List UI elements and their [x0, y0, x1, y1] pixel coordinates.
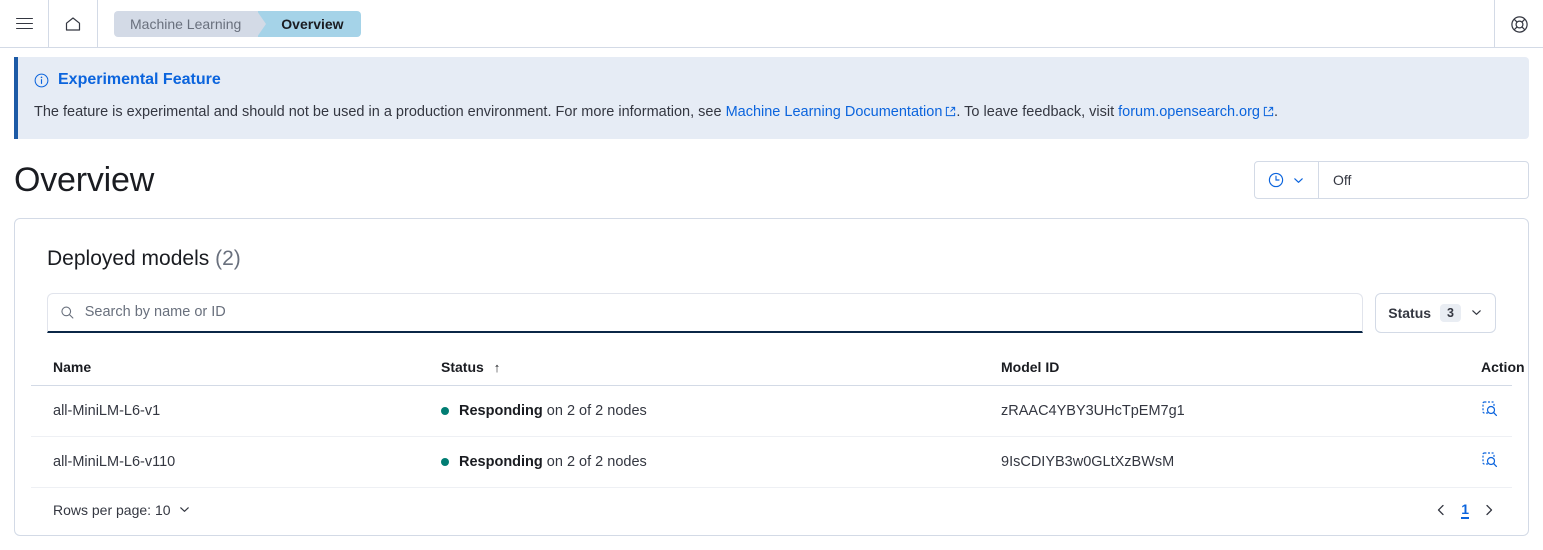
page-title: Overview [14, 161, 154, 200]
status-text: Responding on 2 of 2 nodes [459, 403, 647, 419]
status-filter-count-badge: 3 [1440, 304, 1461, 322]
status-filter-button[interactable]: Status 3 [1375, 293, 1496, 333]
chevron-down-icon [1470, 306, 1483, 319]
status-cell: Responding on 2 of 2 nodes [441, 403, 1001, 419]
panel-count: (2) [215, 247, 241, 270]
column-label: Action [1481, 359, 1525, 375]
status-filter-label: Status [1388, 305, 1431, 321]
cell-model-id: zRAAC4YBY3UHcTpEM7g1 [1001, 385, 1481, 436]
column-header-model-id[interactable]: Model ID [1001, 351, 1481, 386]
next-page-button[interactable] [1482, 503, 1496, 517]
rows-per-page-label: Rows per page: 10 [53, 502, 171, 518]
cell-model-status: Responding on 2 of 2 nodes [441, 436, 1001, 487]
deployed-models-table: Name Status ↑ Model ID Action all-MiniLM… [31, 351, 1512, 488]
info-circle-icon [34, 73, 49, 88]
machine-learning-documentation-link[interactable]: Machine Learning Documentation [726, 104, 943, 120]
pagination: 1 [1434, 501, 1496, 519]
hamburger-menu-button[interactable] [0, 0, 48, 48]
table-row: all-MiniLM-L6-v110 Responding on 2 of 2 … [31, 436, 1512, 487]
topbar-divider [97, 0, 98, 48]
page-number-1[interactable]: 1 [1461, 501, 1469, 519]
external-link-icon [945, 104, 956, 123]
chevron-left-icon [1434, 503, 1448, 517]
clock-icon [1268, 172, 1284, 188]
deployed-models-panel: Deployed models (2) Status 3 Name [14, 218, 1529, 536]
cell-action [1481, 436, 1512, 487]
previous-page-button[interactable] [1434, 503, 1448, 517]
chevron-down-icon [178, 503, 191, 516]
cell-model-status: Responding on 2 of 2 nodes [441, 385, 1001, 436]
banner-container: Experimental Feature The feature is expe… [0, 48, 1543, 139]
link-label: forum.opensearch.org [1118, 104, 1260, 120]
link-label: Machine Learning Documentation [726, 104, 943, 120]
table-row: all-MiniLM-L6-v1 Responding on 2 of 2 no… [31, 385, 1512, 436]
column-header-status[interactable]: Status ↑ [441, 351, 1001, 386]
home-button[interactable] [49, 0, 97, 48]
search-input[interactable] [85, 304, 1351, 320]
inspect-preview-icon[interactable] [1481, 400, 1499, 422]
search-icon [60, 305, 75, 320]
breadcrumb-item-machine-learning[interactable]: Machine Learning [114, 11, 258, 37]
cell-action [1481, 385, 1512, 436]
column-label: Name [53, 359, 91, 375]
inspect-preview-icon[interactable] [1481, 451, 1499, 473]
banner-title-text: Experimental Feature [58, 71, 221, 89]
top-navigation-bar: Machine Learning Overview [0, 0, 1543, 48]
page-header-row: Overview Off [0, 139, 1543, 218]
help-button[interactable] [1495, 0, 1543, 48]
cell-model-name: all-MiniLM-L6-v110 [31, 436, 441, 487]
status-state-label: Responding [459, 403, 543, 419]
breadcrumb-label: Machine Learning [130, 16, 241, 32]
column-label: Model ID [1001, 359, 1059, 375]
refresh-settings-button[interactable] [1255, 162, 1319, 198]
banner-text-after: . [1274, 104, 1278, 120]
status-state-label: Responding [459, 454, 543, 470]
column-header-name[interactable]: Name [31, 351, 441, 386]
opensearch-forum-link[interactable]: forum.opensearch.org [1118, 104, 1260, 120]
banner-title-row: Experimental Feature [34, 71, 1513, 89]
banner-text-before: The feature is experimental and should n… [34, 104, 726, 120]
chevron-right-icon [1482, 503, 1496, 517]
column-label: Status [441, 359, 484, 375]
table-controls-row: Status 3 [47, 293, 1496, 333]
help-lifebuoy-icon [1510, 15, 1529, 34]
status-text: Responding on 2 of 2 nodes [459, 454, 647, 470]
search-box[interactable] [47, 293, 1363, 333]
status-dot-icon [441, 458, 449, 466]
breadcrumb: Machine Learning Overview [114, 11, 361, 37]
topbar-right-actions [1494, 0, 1543, 48]
external-link-icon [1263, 104, 1274, 123]
rows-per-page-button[interactable]: Rows per page: 10 [47, 502, 191, 518]
banner-body-text: The feature is experimental and should n… [34, 103, 1513, 123]
auto-refresh-control: Off [1254, 161, 1529, 199]
home-icon [64, 15, 82, 33]
breadcrumb-item-overview[interactable]: Overview [261, 11, 360, 37]
status-dot-icon [441, 407, 449, 415]
banner-text-middle: . To leave feedback, visit [956, 104, 1118, 120]
breadcrumb-label: Overview [281, 16, 343, 32]
cell-model-name: all-MiniLM-L6-v1 [31, 385, 441, 436]
table-header-row: Name Status ↑ Model ID Action [31, 351, 1512, 386]
sort-ascending-arrow-icon: ↑ [494, 360, 501, 375]
table-footer: Rows per page: 10 1 [31, 488, 1512, 535]
status-nodes-label: on 2 of 2 nodes [543, 454, 647, 470]
column-header-action: Action [1481, 351, 1512, 386]
chevron-down-icon [1292, 174, 1305, 187]
panel-title-text: Deployed models [47, 247, 209, 270]
panel-title: Deployed models (2) [47, 247, 1512, 271]
cell-model-id: 9IsCDIYB3w0GLtXzBWsM [1001, 436, 1481, 487]
refresh-interval-value[interactable]: Off [1319, 162, 1528, 198]
experimental-feature-banner: Experimental Feature The feature is expe… [14, 57, 1529, 139]
status-nodes-label: on 2 of 2 nodes [543, 403, 647, 419]
hamburger-menu-icon [16, 14, 33, 32]
status-cell: Responding on 2 of 2 nodes [441, 454, 1001, 470]
